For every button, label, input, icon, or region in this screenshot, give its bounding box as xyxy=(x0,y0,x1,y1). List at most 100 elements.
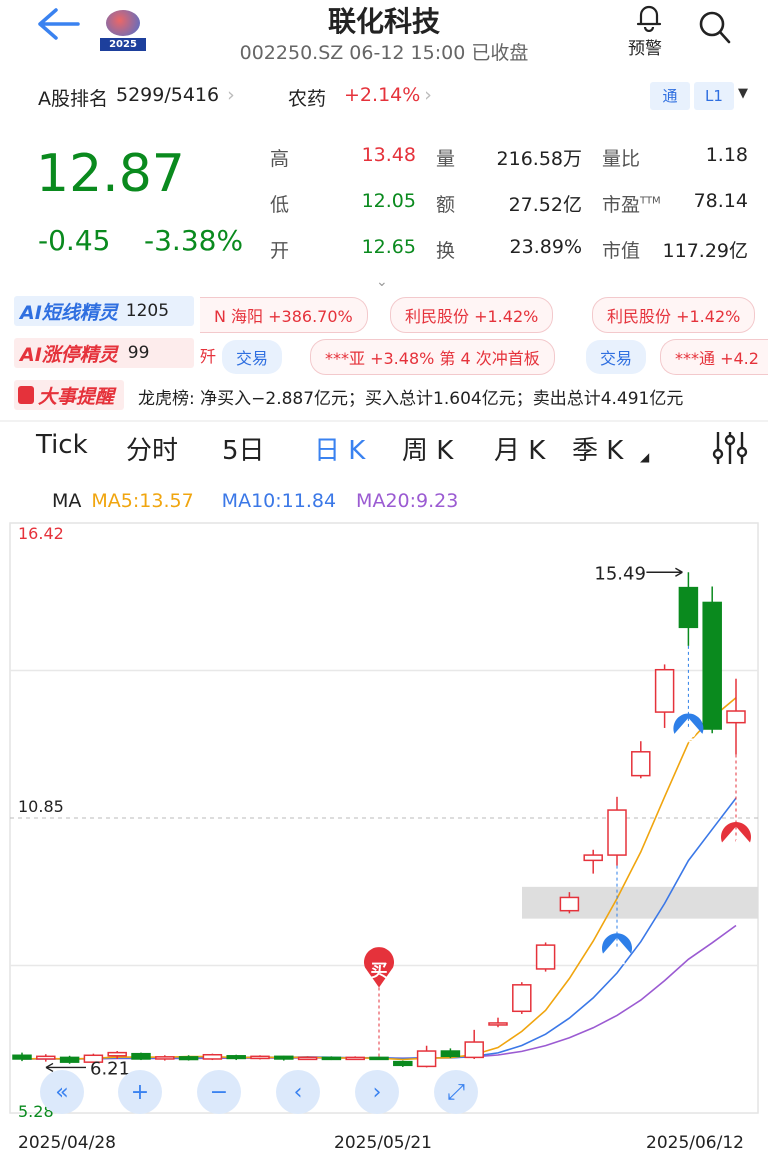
candle-body xyxy=(535,944,556,970)
trade-button-2[interactable]: 交易 xyxy=(586,340,647,374)
sell-marker-label: 卖 xyxy=(609,947,626,968)
rank-label: A股排名 xyxy=(38,88,108,110)
stat-value: 12.65 xyxy=(361,236,416,258)
stat-value: 23.89% xyxy=(509,236,582,258)
stat-value: 216.58万 xyxy=(496,148,582,170)
zoom-in-button[interactable]: + xyxy=(118,1070,162,1114)
stat-value: 13.48 xyxy=(361,144,416,166)
candle-body xyxy=(274,1055,294,1060)
stat-value: 1.18 xyxy=(705,144,748,166)
candle-body xyxy=(512,984,532,1013)
y-mid-label: 10.85 xyxy=(18,797,64,816)
candle-body xyxy=(440,1050,461,1058)
x-label-end: 2025/06/12 xyxy=(646,1133,744,1153)
candle-body xyxy=(178,1056,199,1061)
candle-body xyxy=(464,1041,484,1059)
zoom-out-button[interactable]: − xyxy=(197,1070,241,1114)
price-change: -0.45 xyxy=(38,224,111,257)
sector-row[interactable]: 农药 +2.14% › xyxy=(288,84,432,111)
candle-body xyxy=(654,668,675,713)
candle-body xyxy=(488,1022,508,1026)
high-annotation: 15.49 xyxy=(594,563,646,584)
sector-name: 农药 xyxy=(288,88,327,110)
divider xyxy=(0,420,768,422)
ai-limit-label: AI涨停精灵 xyxy=(20,343,118,366)
candle-body xyxy=(36,1055,56,1060)
ai-limit-item-2[interactable]: ***通 +4.2 xyxy=(660,339,768,375)
candle-body xyxy=(702,601,722,730)
ai-short-item-1[interactable]: N 海阳 +386.70% xyxy=(200,297,368,333)
alert-label[interactable]: 预警 xyxy=(628,34,662,59)
x-label-start: 2025/04/28 xyxy=(18,1133,116,1153)
ma5-line xyxy=(21,697,737,1061)
candle-body xyxy=(726,710,746,724)
tab-daily-k[interactable]: 日 K xyxy=(314,430,365,467)
candle-body xyxy=(631,751,651,777)
level-badge[interactable]: L1 xyxy=(694,82,734,110)
ma5-value: MA5:13.57 xyxy=(91,490,194,512)
candlestick-chart[interactable]: 16.4210.855.2815.496.21买卖卖买 xyxy=(0,515,768,1127)
candle-body xyxy=(583,854,603,862)
price-change-pct: -3.38% xyxy=(144,224,244,257)
candle-body xyxy=(369,1056,389,1061)
settings-sliders-icon[interactable] xyxy=(710,428,750,468)
search-icon[interactable] xyxy=(698,10,732,46)
news-text[interactable]: 龙虎榜: 净买入−2.887亿元；买入总计1.604亿元；卖出总计4.491亿元 xyxy=(138,384,683,409)
ma10-value: MA10:11.84 xyxy=(221,490,337,512)
candle-body xyxy=(155,1056,175,1060)
ma-label: MA xyxy=(52,490,82,512)
rank-row[interactable]: A股排名 5299/5416 › xyxy=(38,84,235,111)
ai-short-item-3[interactable]: 利民股份 +1.42% xyxy=(592,297,756,333)
x-label-mid: 2025/05/21 xyxy=(334,1133,432,1153)
candle-body xyxy=(202,1053,223,1060)
candle-body xyxy=(607,809,627,856)
tab-monthly-k[interactable]: 月 K xyxy=(494,430,545,467)
current-price: 12.87 xyxy=(36,144,185,204)
ai-limit-fragment: 歼 xyxy=(200,347,217,366)
candle-body xyxy=(345,1056,365,1061)
ai-short-badge[interactable]: AI短线精灵 1205 xyxy=(14,296,194,326)
prev-button[interactable]: ‹ xyxy=(276,1070,320,1114)
expand-chevron-icon[interactable]: ⌄ xyxy=(376,274,388,290)
ai-short-item-2[interactable]: 利民股份 +1.42% xyxy=(390,297,554,333)
next-button[interactable]: › xyxy=(355,1070,399,1114)
candle-body xyxy=(678,586,699,629)
tab-quarterly-k[interactable]: 季 K xyxy=(572,430,623,467)
chevron-right-icon: › xyxy=(227,84,235,106)
price-zone xyxy=(522,886,758,919)
tab-more-triangle-icon[interactable]: ◢ xyxy=(640,450,649,464)
stat-value: 78.14 xyxy=(693,190,748,212)
buy-marker-label: 买 xyxy=(728,836,745,856)
tong-badge[interactable]: 通 xyxy=(650,82,690,110)
stat-value: 27.52亿 xyxy=(508,194,582,216)
buy-marker-label: 买 xyxy=(371,962,388,982)
ai-limit-badge[interactable]: AI涨停精灵 99 xyxy=(14,338,194,368)
sector-change: +2.14% xyxy=(344,84,421,106)
ai-limit-count: 99 xyxy=(127,343,150,363)
ai-short-count: 1205 xyxy=(125,301,170,321)
y-max-label: 16.42 xyxy=(18,524,64,543)
tab-tick[interactable]: Tick xyxy=(36,430,88,460)
trade-button-1[interactable]: 交易 xyxy=(222,340,283,374)
sell-marker-label: 卖 xyxy=(680,727,697,748)
candle-body xyxy=(12,1054,32,1060)
tab-weekly-k[interactable]: 周 K xyxy=(402,430,453,467)
candle-body xyxy=(131,1052,151,1060)
candle-body xyxy=(416,1050,437,1068)
fullscreen-button[interactable]: ⤢ xyxy=(434,1070,478,1114)
ma-legend: MA MA5:13.57 MA10:11.84 MA20:9.23 xyxy=(52,490,458,512)
news-badge[interactable]: 大事提醒 xyxy=(14,380,124,410)
candle-body xyxy=(59,1056,80,1063)
ai-short-label: AI短线精灵 xyxy=(20,301,118,324)
caret-down-icon[interactable]: ▼ xyxy=(738,86,748,101)
ma20-value: MA20:9.23 xyxy=(356,490,459,512)
chevron-right-icon: › xyxy=(424,84,432,106)
tab-5day[interactable]: 5日 xyxy=(222,430,265,467)
rewind-button[interactable]: « xyxy=(40,1070,84,1114)
tab-timeshare[interactable]: 分时 xyxy=(126,430,178,467)
ai-limit-item-1[interactable]: ***亚 +3.48% 第 4 次冲首板 xyxy=(310,339,555,375)
stat-value: 117.29亿 xyxy=(662,240,748,262)
candle-body xyxy=(559,896,580,912)
bell-icon[interactable] xyxy=(635,2,663,32)
candle-body xyxy=(393,1060,413,1067)
